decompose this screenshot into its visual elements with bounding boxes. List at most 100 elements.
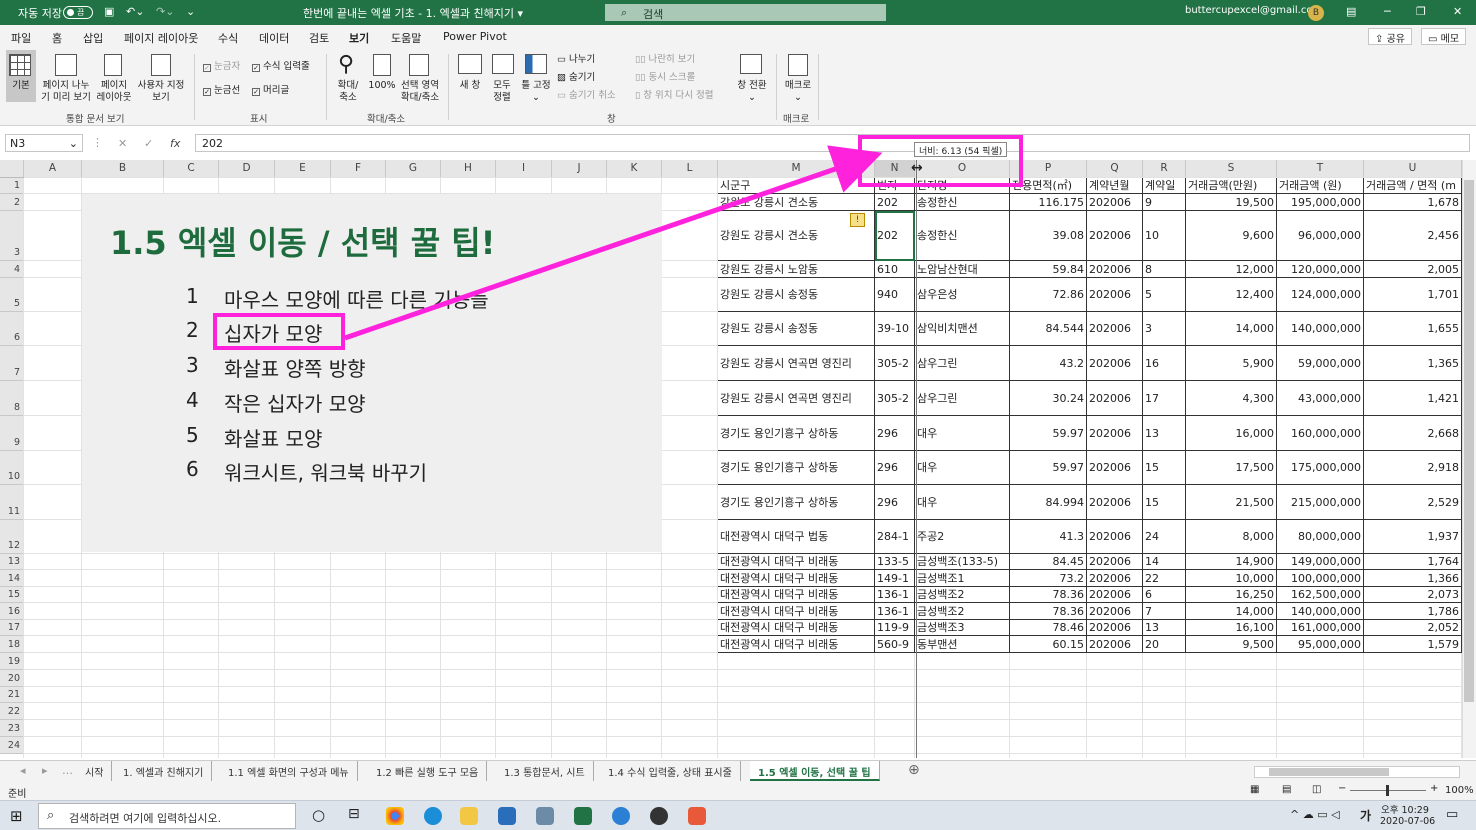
table-cell[interactable]: 13 xyxy=(1143,620,1186,636)
table-cell[interactable]: 149,000,000 xyxy=(1277,554,1364,570)
table-cell[interactable]: 15 xyxy=(1143,451,1186,485)
row-header-5[interactable]: 5 xyxy=(0,278,24,312)
task-view-icon[interactable]: ⊟ xyxy=(348,806,360,822)
zoom-100-button[interactable]: 100% xyxy=(366,80,398,92)
row-header-1[interactable]: 1 xyxy=(0,178,24,194)
table-cell[interactable]: 60.15 xyxy=(1010,636,1087,653)
table-cell[interactable]: 100,000,000 xyxy=(1277,570,1364,587)
table-cell[interactable]: 14,000 xyxy=(1186,603,1277,620)
table-cell[interactable]: 19,500 xyxy=(1186,194,1277,211)
table-cell[interactable]: 삼우그린 xyxy=(915,381,1010,416)
table-cell[interactable]: 12,000 xyxy=(1186,261,1277,278)
sheet-tab[interactable]: 1.3 통합문서, 시트 xyxy=(496,761,594,781)
autosave-toggle[interactable]: 끔 xyxy=(63,6,93,19)
row-header-8[interactable]: 8 xyxy=(0,381,24,416)
menu-review[interactable]: 검토 xyxy=(309,30,329,46)
column-header-I[interactable]: I xyxy=(496,160,552,178)
column-header-F[interactable]: F xyxy=(331,160,386,178)
table-cell[interactable]: 202006 xyxy=(1087,278,1143,312)
row-header-16[interactable]: 16 xyxy=(0,603,24,620)
column-header-K[interactable]: K xyxy=(607,160,662,178)
menu-insert[interactable]: 삽입 xyxy=(83,30,103,46)
menu-home[interactable]: 홈 xyxy=(52,30,62,46)
table-cell[interactable]: 2,456 xyxy=(1364,211,1462,261)
table-cell[interactable]: 195,000,000 xyxy=(1277,194,1364,211)
page-break-preview-button[interactable]: 페이지 나누 기 미리 보기 xyxy=(40,80,92,104)
table-cell[interactable]: 30.24 xyxy=(1010,381,1087,416)
table-cell[interactable]: 계약일 xyxy=(1143,178,1186,194)
table-cell[interactable]: 동부맨션 xyxy=(915,636,1010,653)
table-cell[interactable]: 202006 xyxy=(1087,485,1143,520)
table-cell[interactable]: 202006 xyxy=(1087,346,1143,381)
table-cell[interactable]: 9,600 xyxy=(1186,211,1277,261)
table-cell[interactable]: 대우 xyxy=(915,451,1010,485)
table-cell[interactable]: 금성백조(133-5) xyxy=(915,554,1010,570)
table-cell[interactable]: 119-9 xyxy=(875,620,915,636)
row-header-4[interactable]: 4 xyxy=(0,261,24,278)
table-cell[interactable]: 강원도 강릉시 연곡면 영진리 xyxy=(718,346,875,381)
zoom-button[interactable]: 확대/축소 xyxy=(331,80,365,104)
table-cell[interactable]: 175,000,000 xyxy=(1277,451,1364,485)
name-box[interactable]: N3 ⌄ xyxy=(5,134,83,152)
ribbon-display-icon[interactable]: ▤ xyxy=(1346,5,1356,18)
table-cell[interactable]: 78.36 xyxy=(1010,603,1087,620)
row-header-19[interactable]: 19 xyxy=(0,653,24,670)
chrome-icon[interactable] xyxy=(386,807,404,825)
table-cell[interactable]: 1,937 xyxy=(1364,520,1462,554)
column-header-S[interactable]: S xyxy=(1186,160,1277,178)
table-cell[interactable]: 6 xyxy=(1143,587,1186,603)
table-cell[interactable]: 14,000 xyxy=(1186,312,1277,346)
table-cell[interactable]: 강원도 강릉시 송정동 xyxy=(718,312,875,346)
table-cell[interactable]: 2,052 xyxy=(1364,620,1462,636)
table-cell[interactable]: 17 xyxy=(1143,381,1186,416)
table-cell[interactable]: 단지명 xyxy=(915,178,1010,194)
table-cell[interactable]: 강원도 강릉시 노암동 xyxy=(718,261,875,278)
table-cell[interactable]: 14,900 xyxy=(1186,554,1277,570)
new-window-button[interactable]: 새 창 xyxy=(454,80,486,92)
table-cell[interactable]: 24 xyxy=(1143,520,1186,554)
table-cell[interactable]: 금성백조3 xyxy=(915,620,1010,636)
table-cell[interactable]: 202 xyxy=(875,194,915,211)
table-cell[interactable]: 1,701 xyxy=(1364,278,1462,312)
add-sheet-button[interactable]: ⊕ xyxy=(908,762,920,778)
table-cell[interactable]: 9 xyxy=(1143,194,1186,211)
reset-window-position-button[interactable]: ▯ 창 위치 다시 정렬 xyxy=(635,90,714,102)
table-cell[interactable]: 15 xyxy=(1143,485,1186,520)
table-cell[interactable]: 7 xyxy=(1143,603,1186,620)
row-header-9[interactable]: 9 xyxy=(0,416,24,451)
table-cell[interactable]: 202006 xyxy=(1087,211,1143,261)
table-cell[interactable]: 16 xyxy=(1143,346,1186,381)
macros-button[interactable]: 매크로 ⌄ xyxy=(781,80,815,104)
table-cell[interactable]: 12,400 xyxy=(1186,278,1277,312)
column-header-T[interactable]: T xyxy=(1277,160,1364,178)
normal-view-status-icon[interactable]: ▦ xyxy=(1250,784,1259,795)
close-button[interactable]: ✕ xyxy=(1453,5,1462,18)
table-cell[interactable]: 162,500,000 xyxy=(1277,587,1364,603)
table-cell[interactable]: 1,678 xyxy=(1364,194,1462,211)
sheet-tab[interactable]: 1.5 엑셀 이동, 선택 꿀 팁 xyxy=(750,761,880,781)
headings-checkbox[interactable]: ✓ 머리글 xyxy=(252,85,289,97)
table-cell[interactable]: 1,365 xyxy=(1364,346,1462,381)
table-cell[interactable]: 8,000 xyxy=(1186,520,1277,554)
column-header-B[interactable]: B xyxy=(82,160,164,178)
table-cell[interactable]: 41.3 xyxy=(1010,520,1087,554)
table-cell[interactable]: 2,529 xyxy=(1364,485,1462,520)
prev-sheet-icon[interactable]: ◂ xyxy=(20,764,26,777)
file-explorer-icon[interactable] xyxy=(460,807,478,825)
freeze-panes-button[interactable]: 틀 고정 ⌄ xyxy=(518,80,554,104)
share-button[interactable]: ⇪ 공유 xyxy=(1368,28,1412,45)
table-cell[interactable]: 경기도 용인기흥구 상하동 xyxy=(718,416,875,451)
table-cell[interactable]: 160,000,000 xyxy=(1277,416,1364,451)
table-cell[interactable]: 140,000,000 xyxy=(1277,312,1364,346)
column-header-L[interactable]: L xyxy=(662,160,718,178)
table-cell[interactable]: 95,000,000 xyxy=(1277,636,1364,653)
insert-function-icon[interactable]: fx xyxy=(170,137,180,150)
zoom-out-button[interactable]: − xyxy=(1338,783,1346,794)
table-cell[interactable]: 1,764 xyxy=(1364,554,1462,570)
row-header-22[interactable]: 22 xyxy=(0,703,24,720)
row-header-10[interactable]: 10 xyxy=(0,451,24,485)
remote-app-icon[interactable] xyxy=(536,807,554,825)
menu-page-layout[interactable]: 페이지 레이아웃 xyxy=(124,30,198,46)
column-header-N[interactable]: N xyxy=(875,160,915,178)
table-cell[interactable]: 노암남산현대 xyxy=(915,261,1010,278)
